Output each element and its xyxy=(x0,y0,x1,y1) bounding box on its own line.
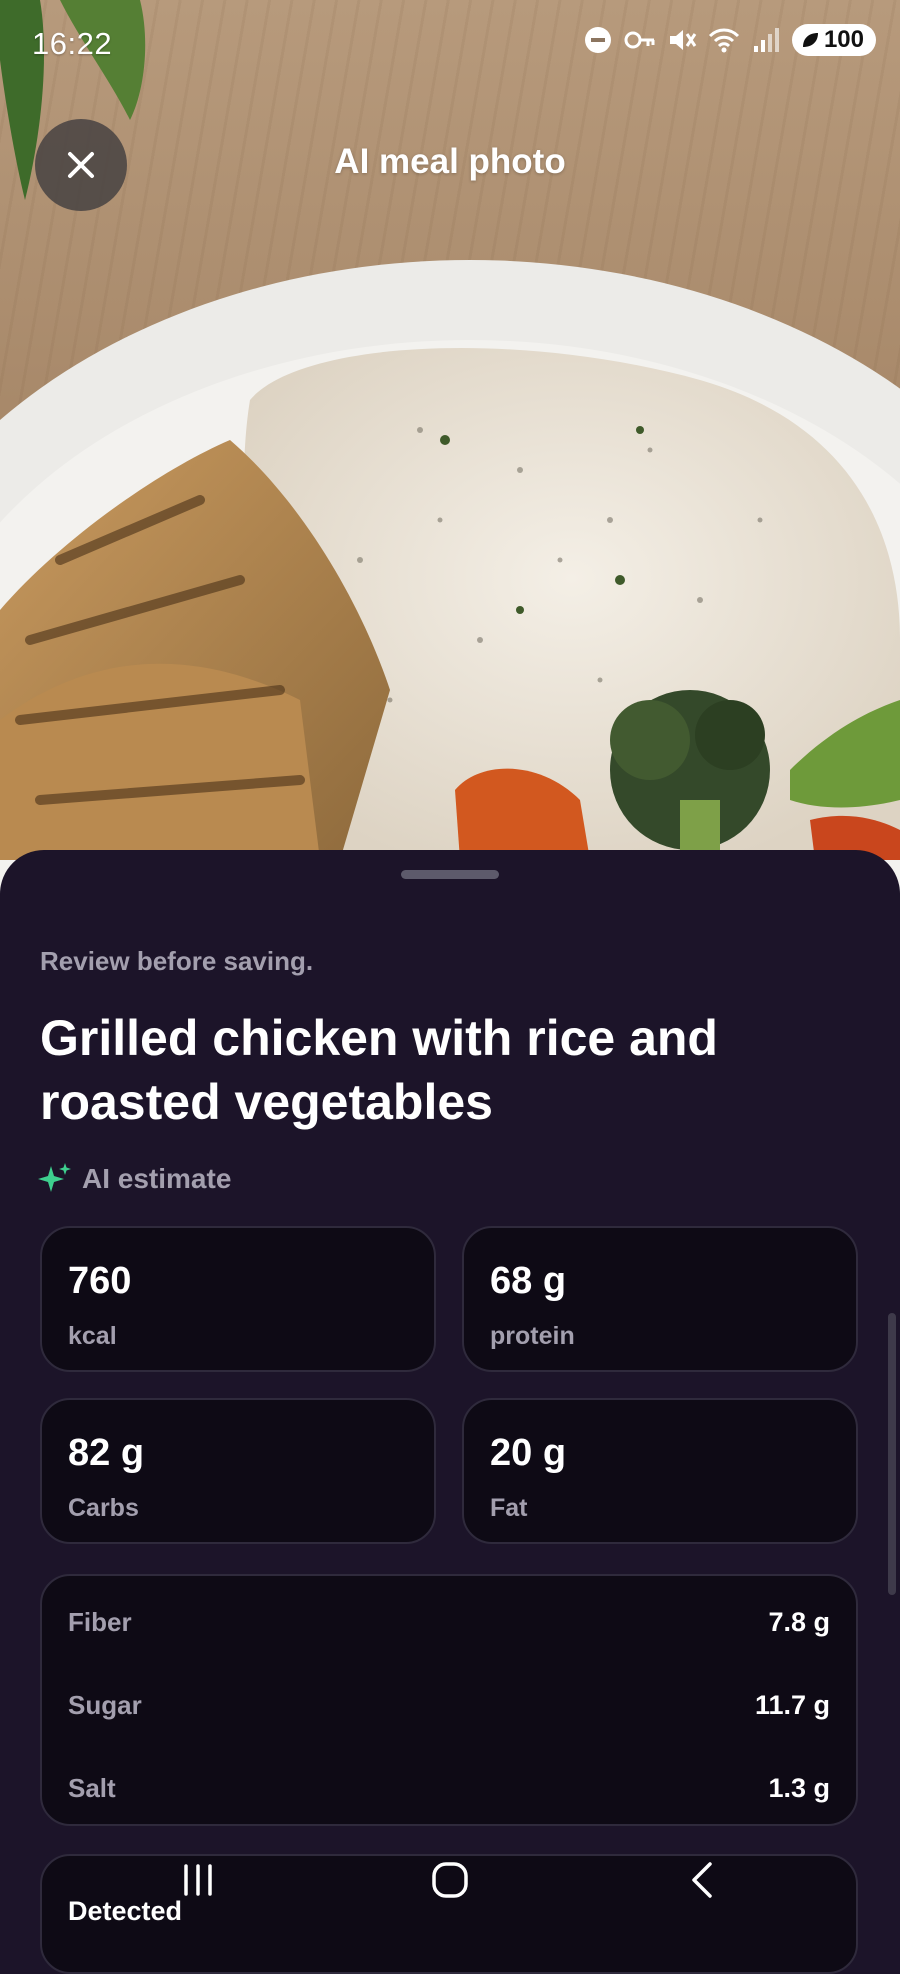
status-icons: 100 xyxy=(582,24,876,56)
battery-level: 100 xyxy=(823,26,864,53)
wifi-icon xyxy=(708,24,740,56)
nutrient-value: 1.3 g xyxy=(768,1772,830,1803)
macro-card-carbs[interactable]: 82 g Carbs xyxy=(40,1398,436,1544)
sheet-grabber[interactable] xyxy=(401,870,499,879)
nutrient-details-card: Fiber 7.8 g Sugar 11.7 g Salt 1.3 g xyxy=(40,1574,858,1826)
battery-leaf-icon xyxy=(802,33,818,47)
nutrient-label: Sugar xyxy=(68,1689,142,1720)
back-icon xyxy=(692,1862,712,1898)
mute-icon xyxy=(666,24,698,56)
recent-apps-button[interactable] xyxy=(158,1850,238,1910)
meal-photo xyxy=(0,0,900,900)
review-subtitle: Review before saving. xyxy=(40,946,314,976)
status-time: 16:22 xyxy=(32,26,113,61)
home-button[interactable] xyxy=(410,1850,490,1910)
system-nav-bar xyxy=(0,1850,900,1930)
macro-value: 20 g xyxy=(490,1432,567,1474)
nutrient-row-salt: Salt 1.3 g xyxy=(68,1770,830,1806)
ai-estimate-badge: AI estimate xyxy=(38,1162,231,1196)
nutrient-value: 7.8 g xyxy=(768,1606,830,1637)
back-button[interactable] xyxy=(662,1850,742,1910)
macro-unit: Fat xyxy=(490,1494,528,1522)
macro-card-fat[interactable]: 20 g Fat xyxy=(462,1398,858,1544)
home-icon xyxy=(432,1862,468,1898)
macro-unit: kcal xyxy=(68,1322,117,1350)
battery-indicator: 100 xyxy=(791,24,876,56)
macro-unit: Carbs xyxy=(68,1494,139,1522)
recent-apps-icon xyxy=(184,1864,212,1896)
scrollbar[interactable] xyxy=(888,1313,896,1595)
macro-card-protein[interactable]: 68 g protein xyxy=(462,1226,858,1372)
meal-name: Grilled chicken with rice and roasted ve… xyxy=(40,1010,718,1130)
nutrient-label: Fiber xyxy=(68,1606,132,1637)
ai-estimate-label: AI estimate xyxy=(82,1163,232,1194)
macro-value: 82 g xyxy=(68,1432,145,1474)
macro-value: 760 xyxy=(68,1260,132,1302)
do-not-disturb-icon xyxy=(582,24,614,56)
macro-unit: protein xyxy=(490,1322,575,1350)
nutrient-value: 11.7 g xyxy=(754,1689,830,1720)
nutrient-label: Salt xyxy=(68,1772,116,1803)
review-sheet: Review before saving. Grilled chicken wi… xyxy=(0,850,900,1974)
page-title: AI meal photo xyxy=(334,142,566,181)
signal-icon xyxy=(750,24,782,56)
macro-card-calories[interactable]: 760 kcal xyxy=(40,1226,436,1372)
status-bar: 16:22 100 xyxy=(0,0,900,86)
nutrient-row-sugar: Sugar 11.7 g xyxy=(68,1687,830,1723)
vpn-key-icon xyxy=(624,24,656,56)
macro-value: 68 g xyxy=(490,1260,567,1302)
sparkle-icon xyxy=(38,1163,71,1192)
nutrient-row-fiber: Fiber 7.8 g xyxy=(68,1604,830,1640)
